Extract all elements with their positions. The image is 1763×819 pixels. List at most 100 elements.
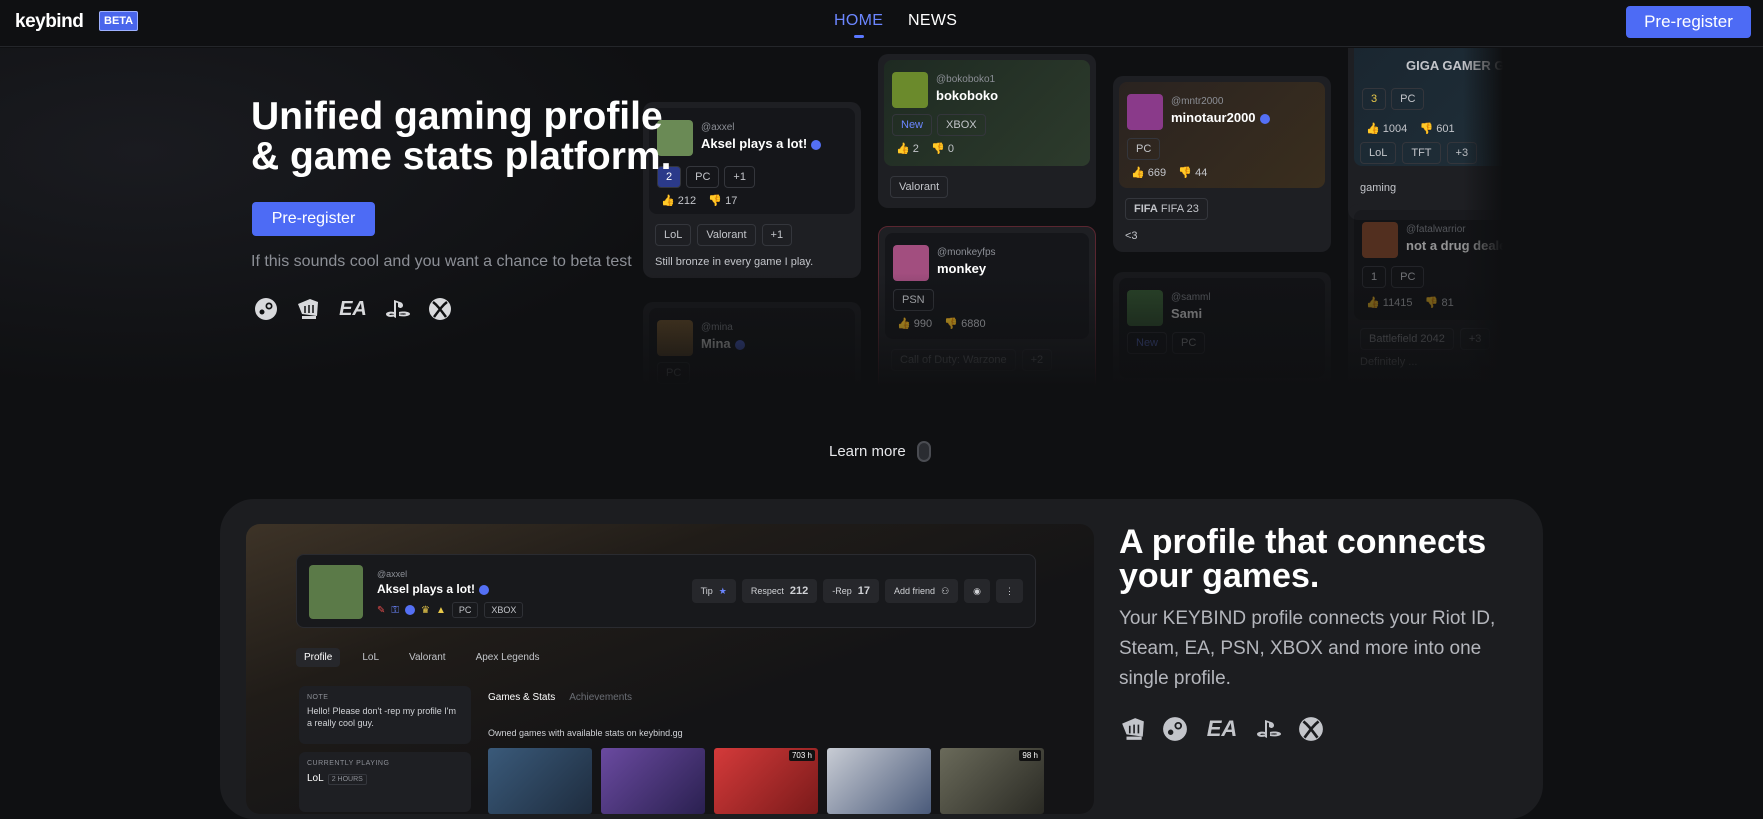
card-stats: 👍 11415 👎 81 — [1366, 297, 1454, 309]
profile-card[interactable]: @fatalwarrior not a drug dealer 1 PC 👍 1… — [1348, 204, 1503, 392]
card-game-tags: Call of Duty: Warzone +2 — [891, 349, 1053, 371]
profile-header: @axxel Aksel plays a lot! ✎ ⚿ ♛ ▲ PC XBO… — [296, 554, 1036, 628]
card-game-tags: LoL TFT +3 — [1360, 142, 1478, 164]
ea-icon: EA — [339, 297, 367, 320]
respect-button[interactable]: Respect 212 — [741, 579, 818, 603]
game-tag: Battlefield 2042 — [1360, 328, 1454, 350]
game-tag: Valorant — [697, 224, 756, 246]
card-stats: 👍 990 👎 6880 — [897, 318, 986, 330]
owned-games-list: 703 h 98 h — [488, 748, 1044, 814]
xbox-icon — [426, 296, 454, 322]
game-tag: FIFA FIFA 23 — [1125, 198, 1208, 220]
game-cover[interactable]: 98 h — [940, 748, 1044, 814]
riot-icon — [1119, 716, 1147, 742]
chip: 3 — [1362, 88, 1387, 110]
riot-icon — [294, 296, 322, 322]
card-username: minotaur2000 — [1171, 110, 1270, 125]
feature-platform-icons: EA — [1119, 716, 1325, 742]
profile-card[interactable]: @mntr2000 minotaur2000 PC 👍 669 👎 44 FIF… — [1113, 76, 1331, 252]
avatar — [1362, 222, 1398, 258]
tab-apex-legends[interactable]: Apex Legends — [468, 648, 548, 667]
game-cover[interactable]: 703 h — [714, 748, 818, 814]
avatar — [893, 245, 929, 281]
nav-home-link[interactable]: HOME — [834, 12, 883, 30]
more-icon: ⋮ — [1005, 585, 1014, 596]
game-cover[interactable] — [488, 748, 592, 814]
tab-games-stats[interactable]: Games & Stats — [488, 692, 555, 703]
game-tag: Valorant — [890, 176, 949, 198]
note-text: Hello! Please don't -rep my profile I'm … — [307, 706, 456, 728]
card-handle: @monkeyfps — [937, 247, 996, 258]
star-icon: ★ — [718, 585, 727, 596]
scroll-mouse-icon[interactable] — [917, 441, 931, 462]
game-cover[interactable] — [601, 748, 705, 814]
card-chips: New PC — [1127, 332, 1206, 354]
profile-actions: Tip ★ Respect 212 -Rep 17 Add friend ⚇ ◉ ⋮ — [691, 579, 1023, 603]
profile-card[interactable]: @mina Mina PC — [643, 302, 861, 392]
card-chips: 1 PC — [1362, 266, 1425, 288]
learn-more-link[interactable]: Learn more — [829, 443, 906, 460]
nav-news-link[interactable]: NEWS — [908, 12, 957, 30]
profile-card[interactable]: GIGA GAMER GG 3 PC 👍 1004 👎 601 LoL TFT … — [1348, 48, 1503, 220]
discord-button[interactable]: ◉ — [964, 579, 990, 603]
chip: PC — [657, 362, 691, 384]
card-stats: 👍 212 👎 17 — [661, 195, 738, 207]
tab-lol[interactable]: LoL — [354, 648, 387, 667]
currently-playing-box: CURRENTLY PLAYING LoL 2 HOURS — [299, 752, 471, 812]
verified-icon — [479, 584, 490, 595]
chip: PC — [1172, 332, 1206, 354]
chip: XBOX — [937, 114, 986, 136]
card-stats: 👍 669 👎 44 — [1131, 167, 1208, 179]
game-tag: +3 — [1446, 142, 1478, 164]
tab-profile[interactable]: Profile — [296, 648, 341, 667]
rep-button[interactable]: -Rep 17 — [823, 579, 880, 603]
tip-button[interactable]: Tip ★ — [691, 579, 736, 603]
card-handle: @bokoboko1 — [936, 74, 996, 85]
active-link-indicator — [854, 35, 864, 38]
card-note: Still bronze in every game I play. — [655, 256, 814, 268]
currently-playing-game: LoL 2 HOURS — [307, 773, 463, 785]
hero-preregister-button[interactable]: Pre-register — [252, 202, 375, 236]
chip: PC — [1391, 266, 1425, 288]
profile-tabs: Profile LoL Valorant Apex Legends — [296, 648, 548, 667]
chip: +1 — [724, 166, 755, 188]
top-nav: keybind BETA HOME NEWS Pre-register — [0, 0, 1763, 47]
card-note: <3 — [1125, 230, 1138, 242]
verified-icon — [734, 339, 745, 350]
card-handle: @mina — [701, 322, 733, 333]
card-chips: New XBOX — [892, 114, 986, 136]
card-username: not a drug dealer — [1406, 238, 1503, 253]
game-tag: Call of Duty: Warzone — [891, 349, 1016, 371]
playstation-icon — [384, 296, 412, 322]
ea-icon: EA — [1206, 716, 1238, 741]
verified-icon — [811, 139, 822, 150]
new-badge: New — [1127, 332, 1168, 354]
nav-preregister-button[interactable]: Pre-register — [1626, 6, 1751, 38]
apex-icon: ▲ — [435, 604, 446, 616]
avatar — [1127, 94, 1163, 130]
game-tag: +2 — [1021, 349, 1053, 371]
card-chips: 3 PC — [1362, 88, 1425, 110]
profile-card[interactable]: @bokoboko1 bokoboko New XBOX 👍 2 👎 0 Val… — [878, 54, 1096, 208]
crown-icon: ♛ — [421, 604, 430, 616]
add-friend-button[interactable]: Add friend ⚇ — [885, 579, 959, 603]
profile-card[interactable]: @monkeyfps monkey PSN 👍 990 👎 6880 Call … — [878, 226, 1096, 392]
steam-icon — [1161, 716, 1189, 742]
keybind-logo[interactable]: keybind — [15, 11, 84, 33]
avatar — [657, 320, 693, 356]
profile-chips: ✎ ⚿ ♛ ▲ PC XBOX — [377, 602, 524, 618]
feature-description: Your KEYBIND profile connects your Riot … — [1119, 608, 1496, 689]
chip: PC — [1127, 138, 1161, 160]
owned-games-heading: Owned games with available stats on keyb… — [488, 728, 683, 738]
profile-card[interactable]: @samml Sami New PC — [1113, 272, 1331, 392]
tab-achievements[interactable]: Achievements — [569, 692, 632, 703]
game-tag: +3 — [1459, 328, 1491, 350]
tab-valorant[interactable]: Valorant — [401, 648, 454, 667]
more-button[interactable]: ⋮ — [996, 579, 1023, 603]
chip: XBOX — [484, 602, 524, 618]
card-note: gaming — [1360, 182, 1397, 194]
game-tag: TFT — [1402, 142, 1441, 164]
chip: PC — [1391, 88, 1425, 110]
profile-cards-collage: @axxel Aksel plays a lot! 2 PC +1 👍 212 … — [643, 48, 1503, 393]
game-cover[interactable] — [827, 748, 931, 814]
